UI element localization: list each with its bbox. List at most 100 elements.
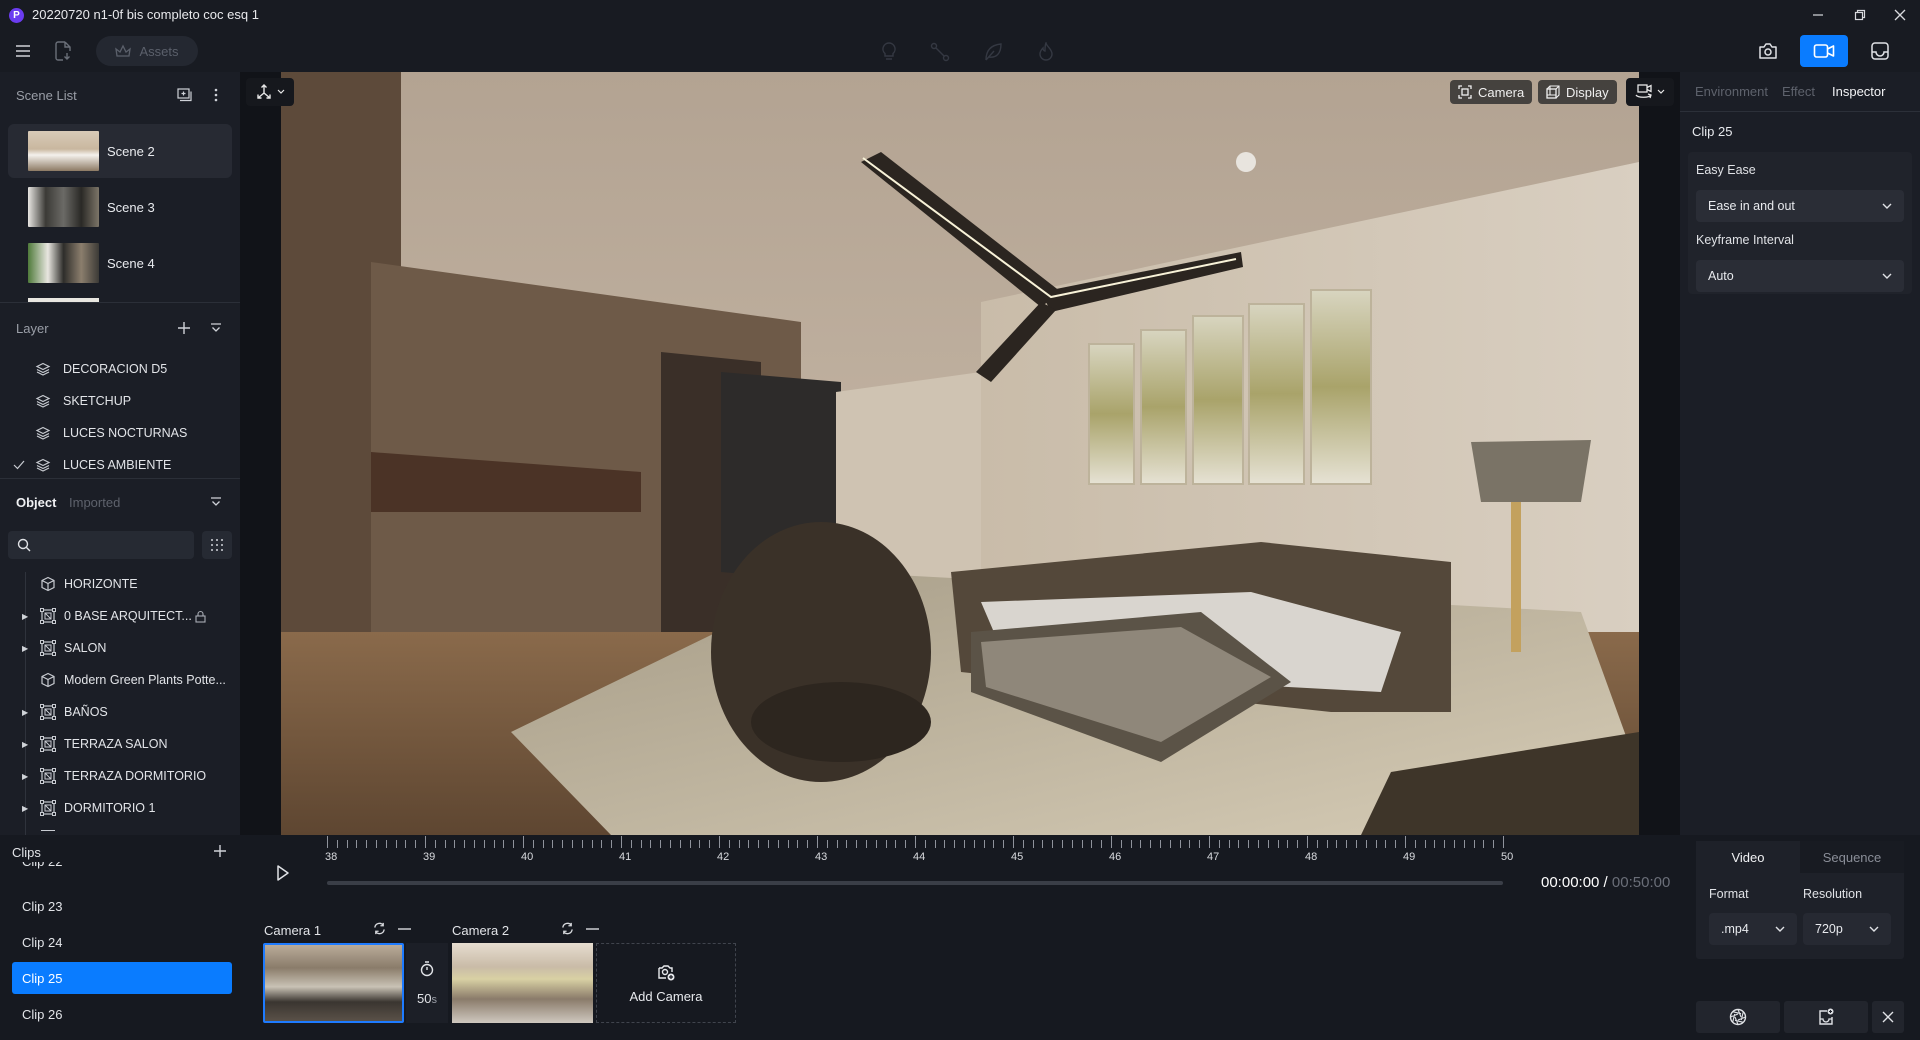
object-tree-item[interactable]: ▶ DORMITORIO 1 — [0, 792, 240, 824]
camera-photo-icon — [1759, 43, 1777, 59]
object-tree-item[interactable]: ▶ TERRAZA SALON — [0, 728, 240, 760]
import-file-button[interactable] — [53, 40, 73, 62]
expand-caret-icon[interactable]: ▶ — [22, 708, 32, 717]
object-label: SALON — [64, 641, 107, 655]
object-tree-item[interactable]: Modern Green Plants Potte... — [0, 664, 240, 696]
assets-button[interactable]: Assets — [96, 36, 198, 66]
tab-environment[interactable]: Environment — [1695, 84, 1768, 99]
image-mode-button[interactable] — [1744, 35, 1792, 67]
add-scene-button[interactable] — [176, 87, 192, 103]
chevron-down-icon — [1882, 203, 1892, 209]
menu-button[interactable] — [13, 42, 33, 60]
search-field[interactable] — [37, 537, 187, 553]
search-icon — [17, 538, 31, 552]
scene-item[interactable]: Scene 2 — [8, 124, 232, 178]
video-mode-button[interactable] — [1800, 35, 1848, 67]
collapse-objects-button[interactable] — [209, 494, 223, 510]
refresh-icon[interactable] — [561, 922, 574, 935]
object-tree-item[interactable]: HORIZONTE — [0, 568, 240, 600]
resolution-value: 720p — [1815, 922, 1843, 936]
object-tree-item[interactable]: ▶ TERRAZA DORMITORIO — [0, 760, 240, 792]
collapse-layers-button[interactable] — [209, 320, 223, 336]
add-clip-button[interactable] — [212, 843, 228, 859]
layer-visibility-check[interactable] — [13, 460, 35, 470]
vegetation-tool-button[interactable] — [981, 40, 1005, 64]
tab-inspector[interactable]: Inspector — [1832, 84, 1885, 99]
clip-duration-box[interactable]: 50s — [406, 943, 448, 1023]
camera-2-thumbnail[interactable] — [452, 943, 593, 1023]
add-camera-button[interactable]: Add Camera — [596, 943, 736, 1023]
divider — [0, 302, 240, 303]
close-window-button[interactable] — [1880, 2, 1920, 28]
render-video-button[interactable] — [1696, 1001, 1780, 1033]
path-tool-button[interactable] — [928, 40, 952, 64]
time-readout: 00:00:00 / 00:50:00 — [1541, 874, 1670, 891]
layer-item[interactable]: SKETCHUP — [0, 386, 240, 416]
play-button[interactable] — [276, 864, 292, 884]
expand-caret-icon[interactable]: ▶ — [22, 772, 32, 781]
camera-button[interactable]: Camera — [1450, 80, 1533, 104]
export-to-album-button[interactable] — [1784, 1001, 1868, 1033]
close-video-mode-button[interactable] — [1872, 1001, 1904, 1033]
object-tree-item[interactable]: ▶ BAÑOS — [0, 696, 240, 728]
tab-imported[interactable]: Imported — [69, 495, 120, 510]
add-layer-button[interactable] — [176, 320, 192, 336]
camera-view-switch-button[interactable] — [1626, 78, 1674, 106]
resolution-dropdown[interactable]: 720p — [1803, 913, 1891, 945]
light-tool-button[interactable] — [877, 40, 901, 64]
clip-item[interactable]: Clip 23 — [12, 890, 232, 922]
expand-caret-icon[interactable]: ▶ — [22, 612, 32, 621]
title-bar — [0, 0, 1920, 30]
ruler-tick-label: 39 — [423, 851, 436, 863]
display-label: Display — [1566, 84, 1609, 100]
layer-item[interactable]: LUCES NOCTURNAS — [0, 418, 240, 448]
scene-item[interactable]: Scene 3 — [8, 180, 232, 234]
layer-item[interactable]: LUCES AMBIENTE — [0, 450, 240, 480]
aperture-icon — [1729, 1008, 1747, 1026]
format-dropdown[interactable]: .mp4 — [1709, 913, 1797, 945]
clip-item[interactable]: Clip 24 — [12, 926, 232, 958]
grid-view-button[interactable] — [202, 531, 232, 559]
scene-more-button[interactable] — [209, 87, 223, 103]
layer-section-title: Layer — [16, 321, 49, 336]
easy-ease-dropdown[interactable]: Ease in and out — [1696, 190, 1904, 222]
expand-caret-icon[interactable]: ▶ — [22, 644, 32, 653]
tab-video[interactable]: Video — [1696, 841, 1800, 873]
clip-item[interactable]: Clip 26 — [12, 998, 232, 1030]
expand-caret-icon[interactable]: ▶ — [22, 804, 32, 813]
object-tree-item[interactable]: ▶ SALON — [0, 632, 240, 664]
tab-object[interactable]: Object — [16, 495, 56, 510]
render-view[interactable] — [281, 72, 1639, 835]
remove-icon[interactable] — [398, 927, 411, 931]
refresh-icon[interactable] — [373, 922, 386, 935]
tab-effect[interactable]: Effect — [1782, 84, 1815, 99]
lock-icon[interactable] — [195, 610, 206, 623]
scene-label: Scene 3 — [107, 199, 155, 215]
rendered-scene-image — [281, 72, 1639, 835]
clip-item-partial[interactable]: Clip 22 — [22, 862, 62, 869]
timeline-scrubber[interactable] — [327, 881, 1503, 885]
tab-sequence[interactable]: Sequence — [1800, 841, 1904, 873]
restore-button[interactable] — [1840, 2, 1880, 28]
scene-item[interactable]: Scene 4 — [8, 236, 232, 290]
layer-item[interactable]: DECORACION D5 — [0, 354, 240, 384]
ruler-tick-label: 42 — [717, 851, 730, 863]
timeline-ruler[interactable] — [327, 836, 1517, 848]
expand-caret-icon[interactable]: ▶ — [22, 740, 32, 749]
object-tree-item[interactable]: ▶ 0 BASE ARQUITECT... — [0, 600, 240, 632]
keyframe-interval-dropdown[interactable]: Auto — [1696, 260, 1904, 292]
object-label: Modern Green Plants Potte... — [64, 673, 226, 687]
camera-1-thumbnail[interactable] — [263, 943, 404, 1023]
layers-icon — [35, 426, 53, 440]
minimize-button[interactable] — [1798, 2, 1838, 28]
panorama-mode-button[interactable] — [1856, 35, 1904, 67]
effects-tool-button[interactable] — [1034, 40, 1058, 64]
object-search-input[interactable] — [8, 531, 194, 559]
remove-icon[interactable] — [586, 927, 599, 931]
chevron-down-icon — [1882, 273, 1892, 279]
transform-axis-button[interactable] — [246, 78, 294, 106]
display-button[interactable]: Display — [1538, 80, 1617, 104]
camera-1-label: Camera 1 — [264, 923, 322, 938]
clip-item-selected[interactable]: Clip 25 — [12, 962, 232, 994]
close-icon — [1894, 9, 1906, 21]
